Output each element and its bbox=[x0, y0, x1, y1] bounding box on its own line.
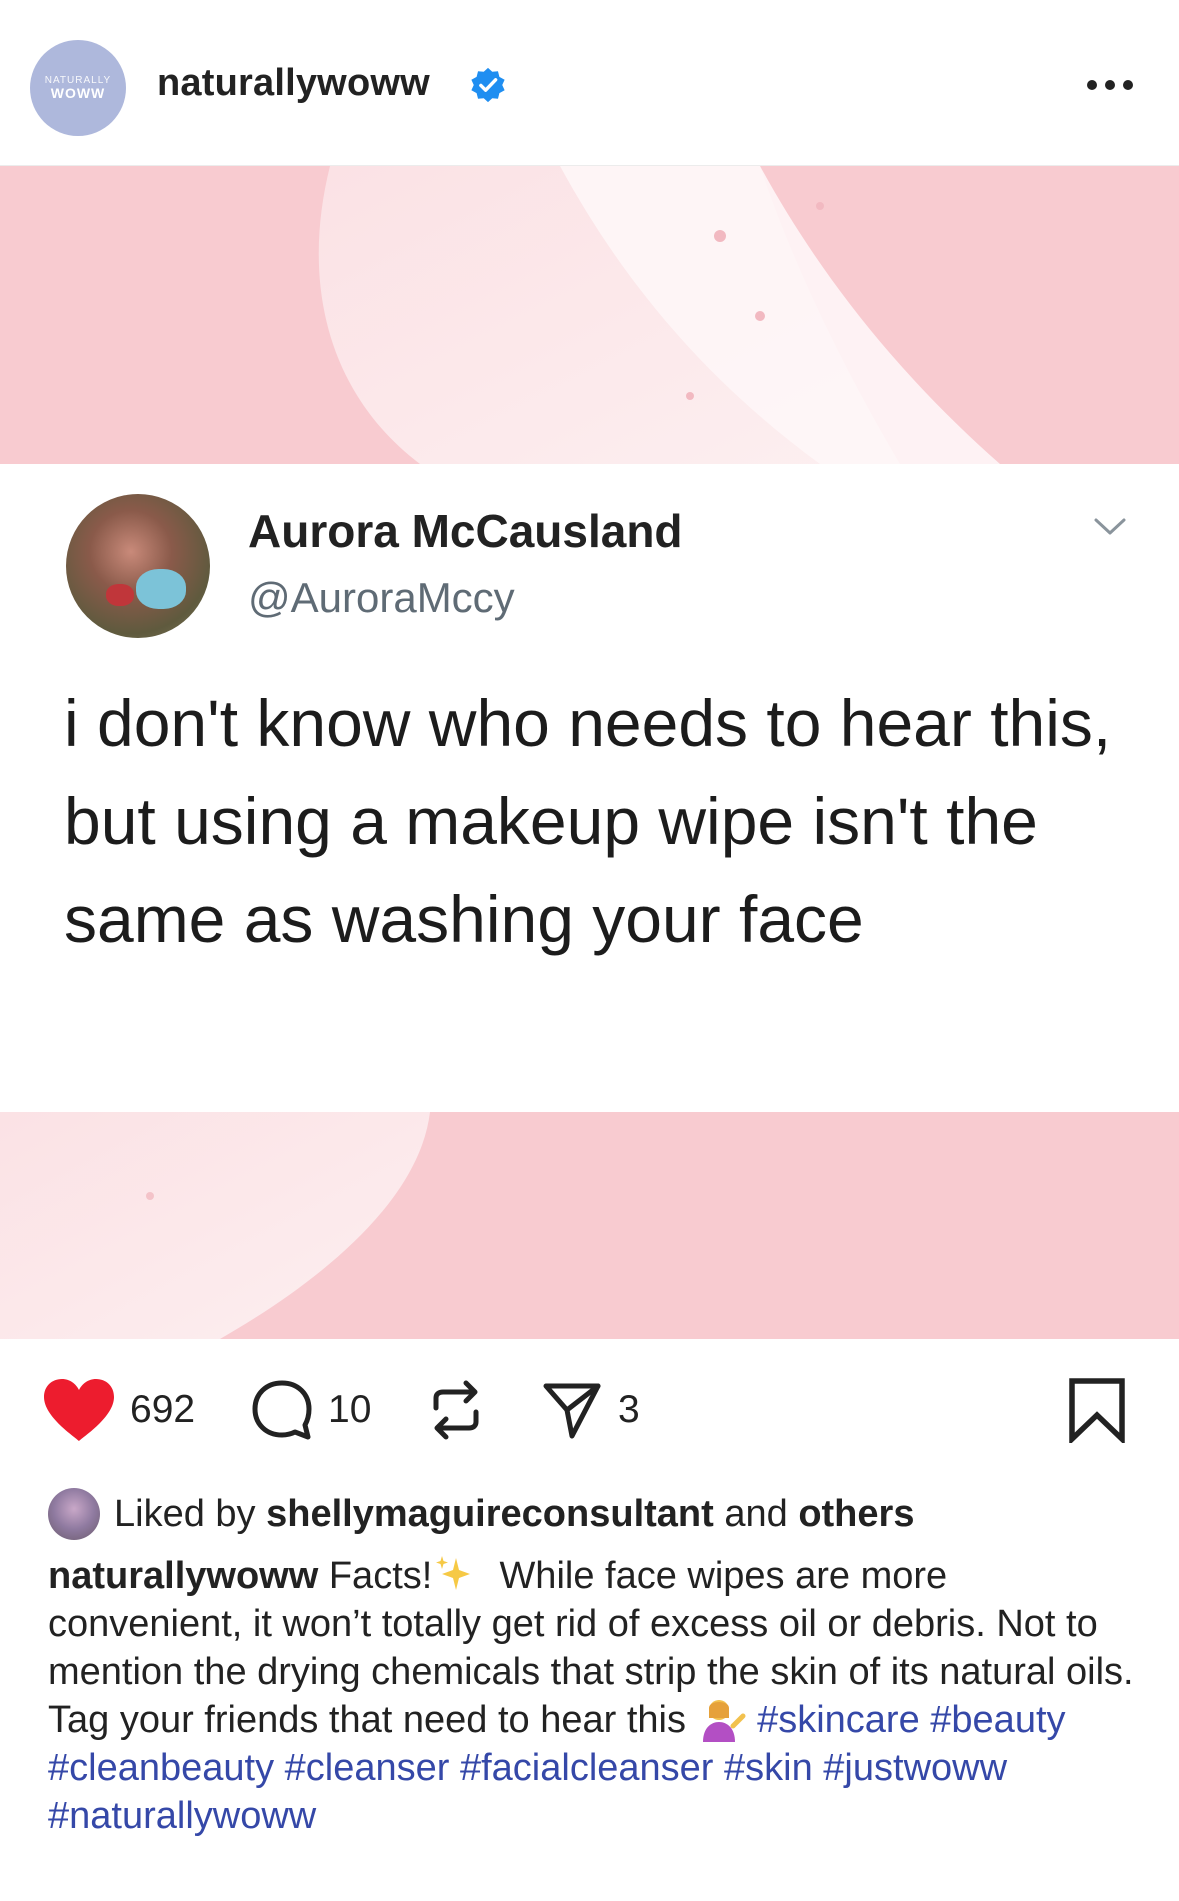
liked-by-and: and bbox=[724, 1492, 788, 1535]
tweet-card: Aurora McCausland @AuroraMccy i don't kn… bbox=[0, 464, 1179, 1112]
verified-badge-icon bbox=[471, 67, 505, 103]
hashtag-link[interactable]: #beauty bbox=[930, 1699, 1065, 1741]
hashtag-link[interactable]: #justwoww bbox=[823, 1747, 1007, 1789]
profile-avatar[interactable]: NATURALLY WOWW bbox=[30, 40, 126, 136]
more-options-icon[interactable] bbox=[1082, 70, 1138, 100]
tweet-author-name: Aurora McCausland bbox=[248, 505, 683, 557]
repost-button[interactable] bbox=[428, 1370, 484, 1450]
liked-by[interactable]: Liked by shellymaguireconsultant and oth… bbox=[48, 1486, 914, 1542]
comments-count: 10 bbox=[328, 1388, 372, 1431]
chevron-down-icon bbox=[1094, 518, 1126, 535]
avatar-text-bottom: WOWW bbox=[50, 85, 106, 101]
liked-by-others[interactable]: others bbox=[798, 1493, 914, 1536]
hashtag-link[interactable]: #facialcleanser bbox=[460, 1747, 713, 1789]
sparkles-icon bbox=[436, 1556, 471, 1590]
tweet-author-avatar bbox=[66, 494, 210, 638]
post-username[interactable]: naturallywoww bbox=[157, 62, 430, 105]
post-action-bar: 692 10 3 bbox=[0, 1370, 1179, 1450]
save-button[interactable] bbox=[1066, 1370, 1128, 1450]
post-header: NATURALLY WOWW naturallywoww bbox=[0, 0, 1179, 166]
liked-by-prefix: Liked by bbox=[114, 1492, 256, 1535]
hashtag-link[interactable]: #naturallywoww bbox=[48, 1795, 316, 1837]
person-tipping-hand-icon bbox=[702, 1700, 746, 1742]
likes-count: 692 bbox=[130, 1388, 196, 1431]
tweet-text: i don't know who needs to hear this, but… bbox=[64, 686, 1112, 956]
send-icon bbox=[543, 1383, 601, 1439]
comment-icon bbox=[252, 1380, 312, 1440]
heart-icon bbox=[44, 1379, 114, 1441]
hashtag-link[interactable]: #cleanbeauty bbox=[48, 1747, 274, 1789]
liked-by-avatar bbox=[48, 1488, 100, 1540]
post-image[interactable]: Aurora McCausland @AuroraMccy i don't kn… bbox=[0, 166, 1179, 1339]
comment-button[interactable]: 10 bbox=[250, 1370, 371, 1450]
shares-count: 3 bbox=[618, 1388, 640, 1431]
share-button[interactable]: 3 bbox=[540, 1370, 640, 1450]
bookmark-icon bbox=[1069, 1378, 1125, 1443]
caption-author[interactable]: naturallywoww bbox=[48, 1555, 318, 1597]
hashtag-link[interactable]: #skin bbox=[724, 1747, 813, 1789]
like-button[interactable]: 692 bbox=[42, 1370, 195, 1450]
hashtag-link[interactable]: #cleanser bbox=[285, 1747, 450, 1789]
tweet-author-handle: @AuroraMccy bbox=[248, 574, 515, 621]
post-caption: naturallywoww Facts! While face wipes ar… bbox=[48, 1552, 1148, 1840]
liked-by-user[interactable]: shellymaguireconsultant bbox=[266, 1493, 714, 1536]
avatar-text-top: NATURALLY bbox=[44, 75, 112, 86]
caption-text-facts: Facts! bbox=[328, 1555, 433, 1597]
repost-icon bbox=[433, 1380, 479, 1440]
hashtag-link[interactable]: #skincare bbox=[757, 1699, 920, 1741]
